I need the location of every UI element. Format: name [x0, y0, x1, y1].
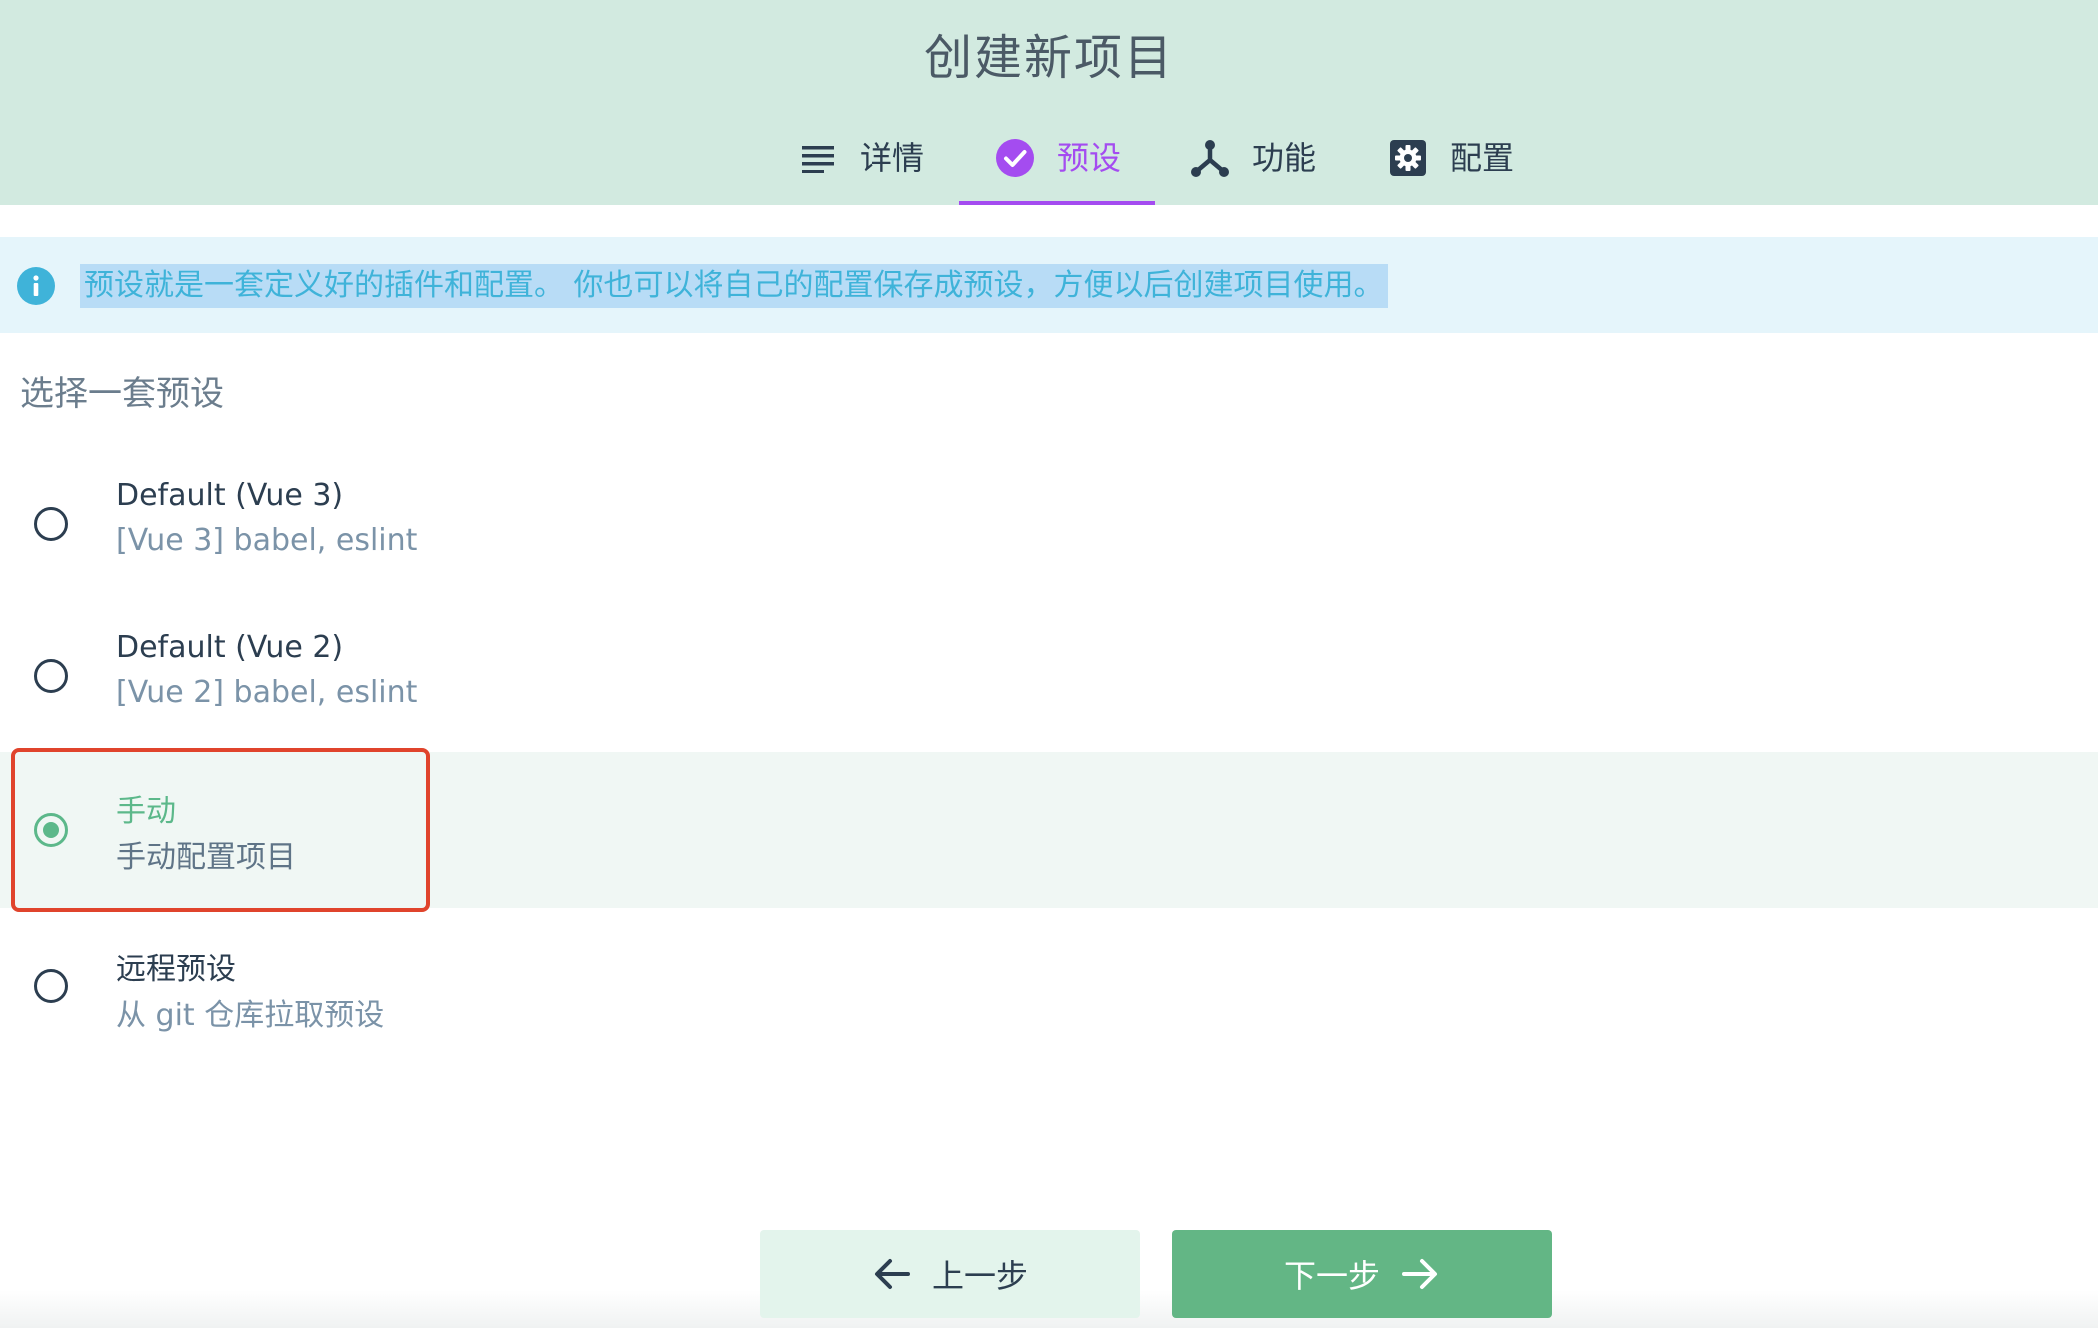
preset-name: Default (Vue 2) [116, 630, 344, 665]
tab-features[interactable]: 功能 [1190, 130, 1332, 205]
info-icon [16, 266, 56, 306]
preset-name: 手动 [116, 794, 176, 829]
radio-button[interactable] [34, 969, 68, 1003]
preset-description: [Vue 2] babel, eslint [116, 675, 418, 710]
info-text: 预设就是一套定义好的插件和配置。 你也可以将自己的配置保存成预设，方便以后创建项… [80, 264, 1388, 308]
arrow-left-icon [872, 1254, 912, 1294]
check-circle-icon [995, 138, 1035, 178]
page-title: 创建新项目 [923, 30, 1174, 86]
previous-step-label: 上一步 [931, 1257, 1028, 1295]
arrow-right-icon [1400, 1254, 1440, 1294]
next-step-label: 下一步 [1283, 1257, 1380, 1295]
preset-description: [Vue 3] babel, eslint [116, 523, 418, 558]
create-project-page: 创建新项目 详情 预设 功能 配置 预设就是一套定义好的插件和配置。 你也可以将… [0, 0, 2098, 1328]
preset-name: 远程预设 [116, 952, 236, 987]
preset-name: Default (Vue 3) [116, 478, 344, 513]
tab-details[interactable]: 详情 [798, 130, 940, 205]
tab-config-label: 配置 [1450, 139, 1515, 177]
tab-presets[interactable]: 预设 [959, 130, 1155, 205]
header: 创建新项目 详情 预设 功能 配置 [0, 0, 2098, 205]
preset-description: 从 git 仓库拉取预设 [116, 998, 385, 1033]
preset-option-remote[interactable]: 远程预设 从 git 仓库拉取预设 [0, 910, 2098, 1062]
radio-button-selected[interactable] [34, 813, 68, 847]
preset-option-manual[interactable]: 手动 手动配置项目 [0, 752, 2098, 908]
preset-description: 手动配置项目 [116, 840, 296, 875]
step-tabs: 详情 预设 功能 配置 [0, 130, 2098, 205]
tab-details-label: 详情 [860, 139, 925, 177]
next-step-button[interactable]: 下一步 [1172, 1230, 1552, 1318]
tab-presets-label: 预设 [1057, 139, 1122, 177]
previous-step-button[interactable]: 上一步 [760, 1230, 1140, 1318]
preset-option-vue2[interactable]: Default (Vue 2) [Vue 2] babel, eslint [0, 600, 2098, 752]
tab-features-label: 功能 [1252, 139, 1317, 177]
gear-icon [1388, 138, 1428, 178]
fork-icon [1190, 138, 1230, 178]
radio-button[interactable] [34, 659, 68, 693]
radio-button[interactable] [34, 507, 68, 541]
preset-option-vue3[interactable]: Default (Vue 3) [Vue 3] babel, eslint [0, 448, 2098, 600]
list-icon [798, 138, 838, 178]
tab-config[interactable]: 配置 [1388, 130, 1530, 205]
section-title: 选择一套预设 [20, 374, 224, 414]
